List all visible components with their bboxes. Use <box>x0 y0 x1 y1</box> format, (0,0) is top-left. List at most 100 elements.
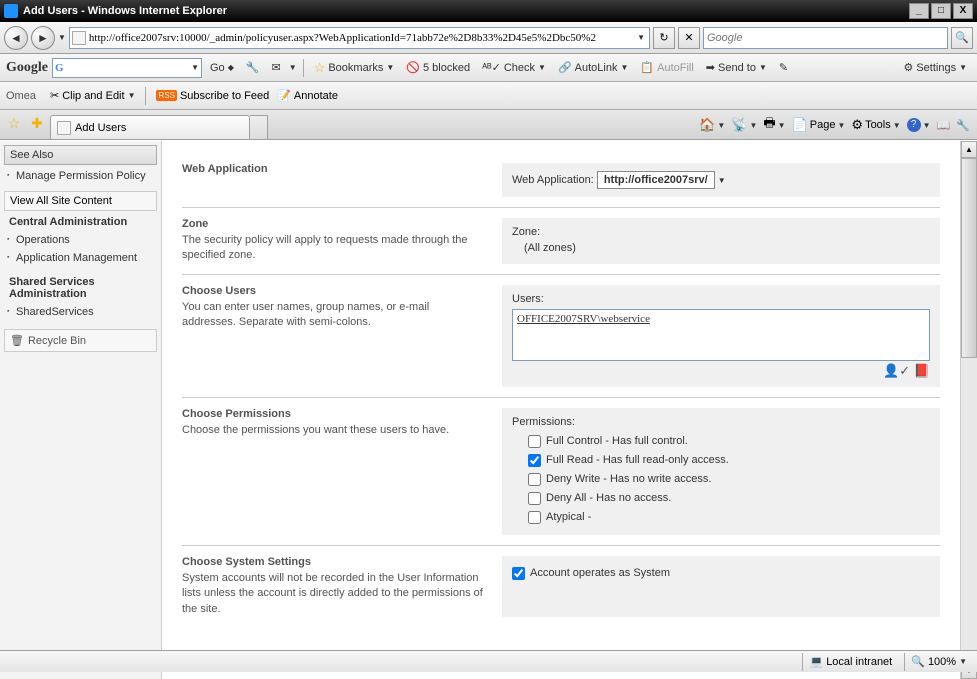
section-users: Choose Users You can enter user names, g… <box>182 274 940 397</box>
omea-toolbar: Omea ✂ Clip and Edit ▼ RSS Subscribe to … <box>0 82 977 110</box>
tab-bar: ☆ ✚ Add Users 🏠▼ 📡▼ 🖶▼ 📄Page ▼ ⚙Tools ▼ … <box>0 110 977 140</box>
google-search-box[interactable]: G▼ <box>52 58 202 78</box>
account-system-checkbox[interactable] <box>512 567 525 580</box>
browse-users-icon[interactable]: 📕 <box>914 363 930 378</box>
highlight-icon[interactable]: ✎ <box>775 59 792 76</box>
permission-label: Full Control - Has full control. <box>546 435 688 447</box>
users-label: Users: <box>512 293 930 305</box>
perms-heading: Choose Permissions <box>182 408 486 420</box>
google-toolbar: Google G▼ Go◆ 🔧 ✉ ▼ ☆Bookmarks▼ 🚫 5 bloc… <box>0 54 977 82</box>
sendto-button[interactable]: ➡ Send to▼ <box>702 59 771 76</box>
tab-title: Add Users <box>75 122 126 134</box>
print-button[interactable]: 🖶▼ <box>760 114 788 136</box>
sidebar-item-manage-permission[interactable]: Manage Permission Policy <box>4 167 157 185</box>
sidebar-item-app-management[interactable]: Application Management <box>4 249 157 267</box>
permission-checkbox-3[interactable] <box>528 492 541 505</box>
central-admin-title: Central Administration <box>4 213 157 231</box>
spellcheck-button[interactable]: ᴬᴮ✓ Check ▼ <box>478 59 550 76</box>
system-desc: System accounts will not be recorded in … <box>182 571 486 617</box>
google-mail-icon[interactable]: ✉ <box>268 59 285 76</box>
content-area: See Also Manage Permission Policy View A… <box>0 140 977 679</box>
bookmarks-button[interactable]: ☆Bookmarks▼ <box>310 58 399 78</box>
google-logo: Google <box>6 60 48 76</box>
permission-label: Full Read - Has full read-only access. <box>546 454 729 466</box>
search-input[interactable] <box>707 32 944 44</box>
tab-add-users[interactable]: Add Users <box>50 115 250 139</box>
close-button[interactable]: X <box>953 3 973 19</box>
permission-row: Full Control - Has full control. <box>512 432 930 451</box>
check-names-icon[interactable]: 👤✓ <box>883 363 910 378</box>
scroll-up-button[interactable]: ▲ <box>961 141 977 158</box>
tab-page-icon <box>57 121 71 135</box>
tools-menu-button[interactable]: ⚙Tools ▼ <box>848 114 903 136</box>
permission-row: Full Read - Has full read-only access. <box>512 451 930 470</box>
permission-checkbox-4[interactable] <box>528 511 541 524</box>
nav-history-dropdown[interactable]: ▼ <box>58 33 66 42</box>
zoom-control[interactable]: 🔍 100% ▼ <box>904 653 973 671</box>
maximize-button[interactable]: □ <box>931 3 951 19</box>
window-titlebar: Add Users - Windows Internet Explorer _ … <box>0 0 977 22</box>
sidebar: See Also Manage Permission Policy View A… <box>0 141 162 679</box>
section-zone: Zone The security policy will apply to r… <box>182 207 940 274</box>
new-tab-button[interactable] <box>250 115 268 139</box>
sidebar-item-shared-services[interactable]: SharedServices <box>4 303 157 321</box>
permission-checkbox-1[interactable] <box>528 454 541 467</box>
back-button[interactable]: ◄ <box>4 26 28 50</box>
system-heading: Choose System Settings <box>182 556 486 568</box>
users-textarea[interactable]: OFFICE2007SRV\webservice <box>512 309 930 361</box>
subscribe-feed-button[interactable]: RSS Subscribe to Feed <box>156 90 269 102</box>
search-box[interactable] <box>703 27 948 49</box>
address-dropdown[interactable]: ▼ <box>635 33 647 42</box>
autofill-button[interactable]: 📋 AutoFill <box>636 59 697 76</box>
permission-label: Atypical - <box>546 511 591 523</box>
permission-checkbox-2[interactable] <box>528 473 541 486</box>
google-tool-icon[interactable]: 🔧 <box>242 59 264 76</box>
stop-button[interactable]: ✕ <box>678 27 700 49</box>
window-title: Add Users - Windows Internet Explorer <box>23 5 227 17</box>
tool-icon[interactable]: 🔧 <box>953 114 973 136</box>
refresh-button[interactable]: ↻ <box>653 27 675 49</box>
zone-desc: The security policy will apply to reques… <box>182 233 486 264</box>
feeds-button[interactable]: 📡▼ <box>728 114 760 136</box>
clip-and-edit-button[interactable]: ✂ Clip and Edit ▼ <box>50 89 136 102</box>
settings-button[interactable]: ⚙ Settings▼ <box>899 59 971 76</box>
minimize-button[interactable]: _ <box>909 3 929 19</box>
webapp-heading: Web Application <box>182 163 486 175</box>
favorites-button[interactable]: ☆ <box>4 115 24 135</box>
page-menu-button[interactable]: 📄Page ▼ <box>789 114 849 136</box>
page-icon <box>72 31 86 45</box>
home-button[interactable]: 🏠▼ <box>696 114 728 136</box>
status-zone: 💻 Local intranet <box>802 653 898 671</box>
sidebar-item-view-all[interactable]: View All Site Content <box>4 191 157 211</box>
zone-heading: Zone <box>182 218 486 230</box>
annotate-button[interactable]: 📝 Annotate <box>277 89 338 102</box>
forward-button[interactable]: ► <box>31 26 55 50</box>
research-icon[interactable]: 📖 <box>934 114 954 136</box>
address-bar[interactable]: ▼ <box>69 27 650 49</box>
add-favorites-button[interactable]: ✚ <box>27 115 47 135</box>
help-button[interactable]: ?▼ <box>904 114 934 136</box>
sidebar-item-operations[interactable]: Operations <box>4 231 157 249</box>
status-bar: 💻 Local intranet 🔍 100% ▼ <box>0 650 977 672</box>
recycle-icon: 🗑 <box>10 334 24 347</box>
ie-icon <box>4 4 18 18</box>
account-system-label: Account operates as System <box>530 567 670 579</box>
section-web-application: Web Application Web Application: http://… <box>182 153 940 207</box>
permission-checkbox-0[interactable] <box>528 435 541 448</box>
main-form: Web Application Web Application: http://… <box>162 141 960 679</box>
webapp-selector[interactable]: http://office2007srv/ <box>597 171 715 189</box>
google-go-button[interactable]: Go◆ <box>206 60 238 76</box>
zone-value: (All zones) <box>524 242 930 254</box>
search-go-button[interactable]: 🔍 <box>951 27 973 49</box>
section-permissions: Choose Permissions Choose the permission… <box>182 397 940 545</box>
recycle-bin[interactable]: 🗑Recycle Bin <box>4 329 157 352</box>
scroll-thumb[interactable] <box>961 158 977 358</box>
popup-blocked-button[interactable]: 🚫 5 blocked <box>402 59 474 76</box>
webapp-dropdown[interactable]: ▼ <box>718 176 726 185</box>
autolink-button[interactable]: 🔗 AutoLink ▼ <box>554 59 632 76</box>
webapp-label: Web Application: <box>512 174 594 186</box>
url-input[interactable] <box>89 32 635 44</box>
vertical-scrollbar[interactable]: ▲ ▼ <box>960 141 977 679</box>
permission-row: Deny All - Has no access. <box>512 489 930 508</box>
users-heading: Choose Users <box>182 285 486 297</box>
